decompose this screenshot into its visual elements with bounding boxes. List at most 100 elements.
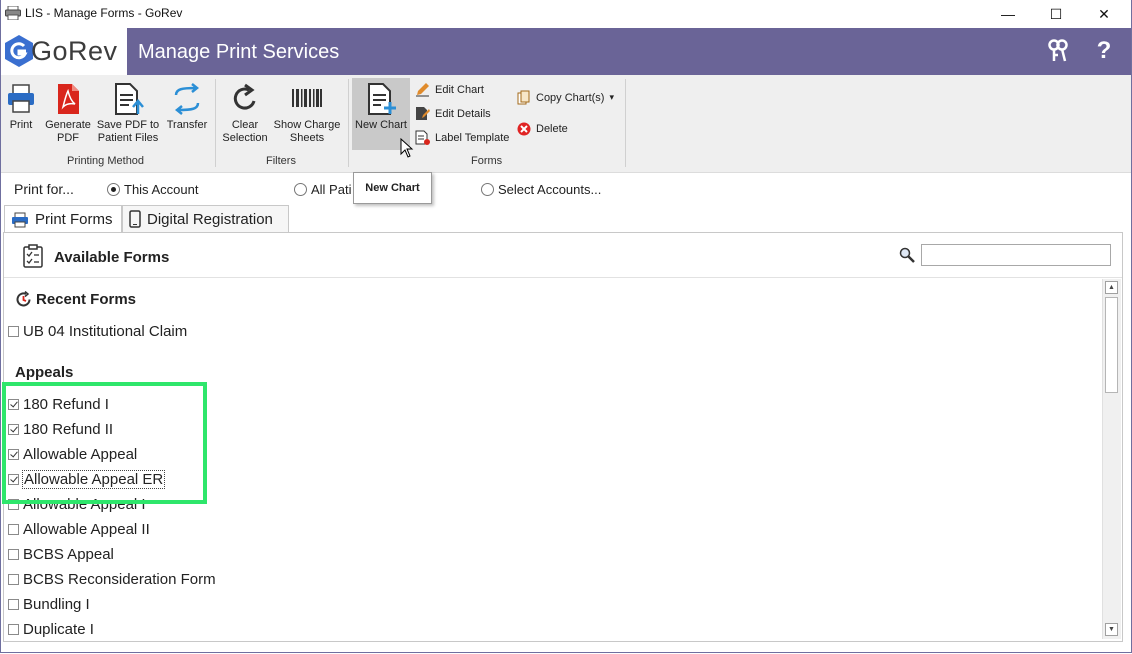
printer-app-icon xyxy=(5,6,21,20)
list-item[interactable]: Allowable Appeal I xyxy=(8,494,146,514)
radio-this-account[interactable] xyxy=(107,183,120,196)
checkbox[interactable] xyxy=(8,423,19,435)
list-item-label: BCBS Appeal xyxy=(23,545,114,563)
radio-all-patients-label[interactable]: All Pati xyxy=(311,182,351,197)
ribbon-toolbar: Print Generate PDF Save PDF to Patient F… xyxy=(1,75,1131,173)
checkbox[interactable] xyxy=(8,598,19,610)
list-item-label: Bundling I xyxy=(23,595,90,613)
checkbox[interactable] xyxy=(8,325,19,337)
show-charge-sheets-button[interactable]: Show Charge Sheets xyxy=(271,83,343,145)
new-chart-button[interactable]: New Chart xyxy=(353,83,409,132)
scrollbar-thumb[interactable] xyxy=(1105,297,1118,393)
list-item[interactable]: Duplicate I xyxy=(8,619,94,639)
app-window: LIS - Manage Forms - GoRev — ☐ ✕ GoRev M… xyxy=(0,0,1132,653)
list-item-label: Allowable Appeal xyxy=(23,445,138,463)
transfer-label: Transfer xyxy=(166,119,208,131)
tablet-icon xyxy=(129,210,141,228)
keys-button[interactable] xyxy=(1043,36,1073,66)
generate-pdf-button[interactable]: Generate PDF xyxy=(45,83,91,145)
tab-digital-registration-label: Digital Registration xyxy=(147,210,273,228)
checkbox[interactable] xyxy=(8,623,19,635)
edit-details-button[interactable]: Edit Details xyxy=(415,106,491,121)
list-item[interactable]: UB 04 Institutional Claim xyxy=(8,321,187,341)
app-header: GoRev Manage Print Services ? xyxy=(1,28,1131,75)
pencil-icon xyxy=(416,83,429,97)
edit-document-icon xyxy=(416,107,430,120)
checkbox[interactable] xyxy=(8,448,19,460)
copy-charts-label: Copy Chart(s) xyxy=(536,91,605,104)
clear-selection-label: Clear Selection xyxy=(222,119,268,144)
list-item-label: 180 Refund I xyxy=(23,395,109,413)
list-item-label: UB 04 Institutional Claim xyxy=(23,322,188,340)
keys-icon xyxy=(1048,39,1068,62)
transfer-button[interactable]: Transfer xyxy=(164,83,210,132)
group-label-filters: Filters xyxy=(266,155,296,167)
radio-select-accounts-label[interactable]: Select Accounts... xyxy=(498,182,601,197)
list-item[interactable]: Allowable Appeal II xyxy=(8,519,150,539)
delete-button[interactable]: Delete xyxy=(517,122,568,136)
printer-icon xyxy=(12,212,28,227)
copy-charts-button[interactable]: Copy Chart(s) ▾ xyxy=(517,90,614,105)
list-item[interactable]: 180 Refund I xyxy=(8,394,109,414)
clear-selection-button[interactable]: Clear Selection xyxy=(219,83,271,145)
delete-icon xyxy=(517,122,531,136)
list-item-label: 180 Refund II xyxy=(23,420,114,438)
print-for-row: Print for... This Account All Pati Selec… xyxy=(1,173,1131,205)
list-item-label: BCBS Reconsideration Form xyxy=(23,570,216,588)
save-pdf-button[interactable]: Save PDF to Patient Files xyxy=(96,83,160,145)
list-item[interactable]: BCBS Reconsideration Form xyxy=(8,569,216,589)
checkbox[interactable] xyxy=(8,473,19,485)
mouse-cursor-icon xyxy=(400,138,414,158)
print-button[interactable]: Print xyxy=(5,83,37,132)
new-chart-tooltip: New Chart xyxy=(353,172,432,204)
tab-print-forms[interactable]: Print Forms xyxy=(4,205,122,233)
list-item[interactable]: BCBS Appeal xyxy=(8,544,114,564)
search-input[interactable] xyxy=(921,244,1111,266)
radio-all-patients[interactable] xyxy=(294,183,307,196)
clipboard-checklist-icon xyxy=(23,244,43,268)
checkbox[interactable] xyxy=(8,548,19,560)
logo: GoRev xyxy=(1,28,127,75)
ribbon-separator xyxy=(625,79,626,167)
checkbox[interactable] xyxy=(8,498,19,510)
radio-this-account-label[interactable]: This Account xyxy=(124,182,198,197)
arrow-up-icon: ▲ xyxy=(1108,284,1115,291)
checkbox[interactable] xyxy=(8,398,19,410)
edit-chart-button[interactable]: Edit Chart xyxy=(415,82,484,97)
new-chart-label: New Chart xyxy=(355,119,407,131)
list-item[interactable]: Allowable Appeal ER xyxy=(8,469,166,489)
list-item[interactable]: Bundling I xyxy=(8,594,90,614)
logo-text: GoRev xyxy=(31,36,118,66)
group-label-forms: Forms xyxy=(471,155,503,167)
arrow-down-icon: ▼ xyxy=(1108,626,1115,633)
page-title: Manage Print Services xyxy=(138,41,340,63)
radio-select-accounts[interactable] xyxy=(481,183,494,196)
list-item[interactable]: 180 Refund II xyxy=(8,419,113,439)
tab-digital-registration[interactable]: Digital Registration xyxy=(122,205,289,232)
help-button[interactable]: ? xyxy=(1089,36,1119,66)
copy-icon xyxy=(517,90,530,105)
label-template-button[interactable]: Label Template xyxy=(415,130,509,145)
minimize-button[interactable]: — xyxy=(985,0,1031,28)
help-icon: ? xyxy=(1096,37,1112,64)
delete-label: Delete xyxy=(536,123,568,135)
search-icon xyxy=(899,247,915,263)
checkbox[interactable] xyxy=(8,523,19,535)
scroll-down-button[interactable]: ▼ xyxy=(1105,623,1118,636)
gorev-logo-icon xyxy=(5,35,33,67)
list-item-label: Allowable Appeal I xyxy=(23,495,146,513)
maximize-button[interactable]: ☐ xyxy=(1033,0,1079,28)
checkbox[interactable] xyxy=(8,573,19,585)
recent-forms-title: Recent Forms xyxy=(36,291,137,308)
list-item[interactable]: Allowable Appeal xyxy=(8,444,137,464)
close-button[interactable]: ✕ xyxy=(1081,0,1127,28)
scroll-up-button[interactable]: ▲ xyxy=(1105,281,1118,294)
generate-pdf-label: Generate PDF xyxy=(45,119,91,144)
forms-list: Recent Forms UB 04 Institutional Claim A… xyxy=(4,279,1102,639)
tab-print-forms-label: Print Forms xyxy=(35,211,113,228)
save-document-icon xyxy=(115,83,144,115)
save-pdf-label: Save PDF to Patient Files xyxy=(96,119,160,144)
label-template-label: Label Template xyxy=(435,131,510,144)
print-for-label: Print for... xyxy=(14,181,74,197)
vertical-scrollbar[interactable]: ▲ ▼ xyxy=(1102,279,1121,639)
